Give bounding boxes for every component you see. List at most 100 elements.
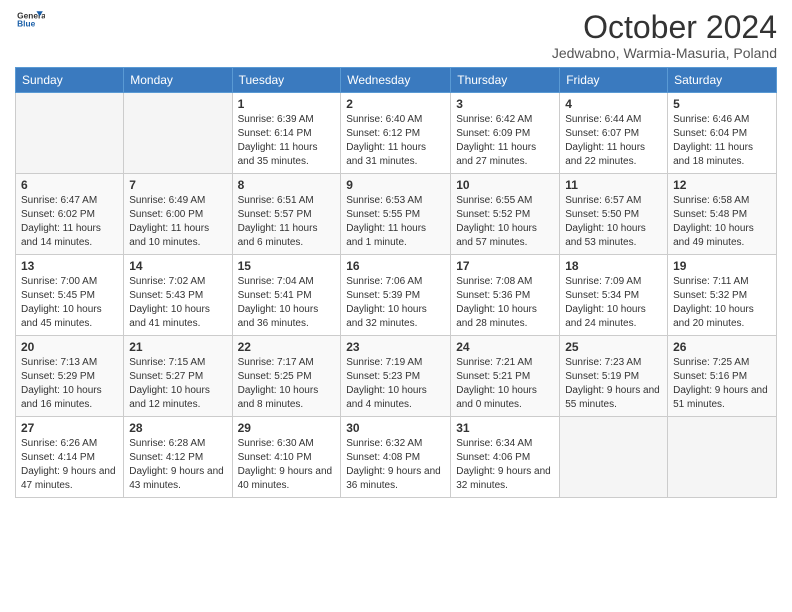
calendar-week-5: 27Sunrise: 6:26 AMSunset: 4:14 PMDayligh… — [16, 417, 777, 498]
col-monday: Monday — [124, 68, 232, 93]
page: General Blue October 2024 Jedwabno, Warm… — [0, 0, 792, 612]
sunset-text: Sunset: 5:23 PM — [346, 370, 445, 384]
sunset-text: Sunset: 4:14 PM — [21, 451, 118, 465]
daylight-text: Daylight: 11 hours and 6 minutes. — [238, 222, 336, 250]
table-row: 5 Sunrise: 6:46 AMSunset: 6:04 PMDaylight… — [668, 93, 777, 174]
day-detail: Sunrise: 6:32 AMSunset: 4:08 PMDaylight:… — [346, 437, 445, 493]
day-number: 29 — [238, 421, 336, 435]
sunset-text: Sunset: 4:12 PM — [129, 451, 226, 465]
sunset-text: Sunset: 5:50 PM — [565, 208, 662, 222]
sunset-text: Sunset: 5:55 PM — [346, 208, 445, 222]
daylight-text: Daylight: 11 hours and 18 minutes. — [673, 141, 771, 169]
daylight-text: Daylight: 10 hours and 16 minutes. — [21, 384, 118, 412]
sunrise-text: Sunrise: 6:51 AM — [238, 194, 336, 208]
day-number: 9 — [346, 178, 445, 192]
col-wednesday: Wednesday — [341, 68, 451, 93]
daylight-text: Daylight: 11 hours and 1 minute. — [346, 222, 445, 250]
daylight-text: Daylight: 10 hours and 32 minutes. — [346, 303, 445, 331]
sunset-text: Sunset: 6:02 PM — [21, 208, 118, 222]
day-detail: Sunrise: 6:34 AMSunset: 4:06 PMDaylight:… — [456, 437, 554, 493]
day-number: 25 — [565, 340, 662, 354]
sunrise-text: Sunrise: 7:11 AM — [673, 275, 771, 289]
table-row: 9 Sunrise: 6:53 AMSunset: 5:55 PMDaylight… — [341, 174, 451, 255]
daylight-text: Daylight: 10 hours and 49 minutes. — [673, 222, 771, 250]
daylight-text: Daylight: 10 hours and 20 minutes. — [673, 303, 771, 331]
day-detail: Sunrise: 6:51 AMSunset: 5:57 PMDaylight:… — [238, 194, 336, 250]
table-row: 12Sunrise: 6:58 AMSunset: 5:48 PMDayligh… — [668, 174, 777, 255]
sunrise-text: Sunrise: 6:58 AM — [673, 194, 771, 208]
daylight-text: Daylight: 10 hours and 45 minutes. — [21, 303, 118, 331]
day-number: 14 — [129, 259, 226, 273]
col-sunday: Sunday — [16, 68, 124, 93]
table-row: 10 Sunrise: 6:55 AMSunset: 5:52 PMDayligh… — [451, 174, 560, 255]
sunset-text: Sunset: 5:34 PM — [565, 289, 662, 303]
sunset-text: Sunset: 5:36 PM — [456, 289, 554, 303]
daylight-text: Daylight: 10 hours and 4 minutes. — [346, 384, 445, 412]
daylight-text: Daylight: 10 hours and 57 minutes. — [456, 222, 554, 250]
day-detail: Sunrise: 7:15 AMSunset: 5:27 PMDaylight:… — [129, 356, 226, 412]
day-detail: Sunrise: 6:53 AMSunset: 5:55 PMDaylight:… — [346, 194, 445, 250]
table-row: 31Sunrise: 6:34 AMSunset: 4:06 PMDayligh… — [451, 417, 560, 498]
sunset-text: Sunset: 4:10 PM — [238, 451, 336, 465]
sunset-text: Sunset: 5:52 PM — [456, 208, 554, 222]
daylight-text: Daylight: 9 hours and 40 minutes. — [238, 465, 336, 493]
sunset-text: Sunset: 5:27 PM — [129, 370, 226, 384]
sunrise-text: Sunrise: 7:23 AM — [565, 356, 662, 370]
day-number: 5 — [673, 97, 771, 111]
sunrise-text: Sunrise: 6:42 AM — [456, 113, 554, 127]
table-row: 22Sunrise: 7:17 AMSunset: 5:25 PMDayligh… — [232, 336, 341, 417]
day-detail: Sunrise: 6:47 AMSunset: 6:02 PMDaylight:… — [21, 194, 118, 250]
table-row: 11Sunrise: 6:57 AMSunset: 5:50 PMDayligh… — [560, 174, 668, 255]
day-detail: Sunrise: 6:39 AMSunset: 6:14 PMDaylight:… — [238, 113, 336, 169]
daylight-text: Daylight: 10 hours and 24 minutes. — [565, 303, 662, 331]
title-block: October 2024 Jedwabno, Warmia-Masuria, P… — [552, 10, 777, 61]
sunset-text: Sunset: 5:45 PM — [21, 289, 118, 303]
table-row: 29 Sunrise: 6:30 AMSunset: 4:10 PMDayligh… — [232, 417, 341, 498]
sunset-text: Sunset: 5:25 PM — [238, 370, 336, 384]
day-number: 30 — [346, 421, 445, 435]
daylight-text: Daylight: 10 hours and 36 minutes. — [238, 303, 336, 331]
sunrise-text: Sunrise: 7:19 AM — [346, 356, 445, 370]
sunrise-text: Sunrise: 7:04 AM — [238, 275, 336, 289]
sunrise-text: Sunrise: 6:55 AM — [456, 194, 554, 208]
table-row: 14Sunrise: 7:02 AMSunset: 5:43 PMDayligh… — [124, 255, 232, 336]
sunset-text: Sunset: 5:39 PM — [346, 289, 445, 303]
sunrise-text: Sunrise: 7:09 AM — [565, 275, 662, 289]
daylight-text: Daylight: 10 hours and 41 minutes. — [129, 303, 226, 331]
table-row: 2Sunrise: 6:40 AMSunset: 6:12 PMDaylight… — [341, 93, 451, 174]
table-row: 8Sunrise: 6:51 AMSunset: 5:57 PMDaylight… — [232, 174, 341, 255]
table-row: 7Sunrise: 6:49 AMSunset: 6:00 PMDaylight… — [124, 174, 232, 255]
logo-icon: General Blue — [15, 10, 45, 28]
sunset-text: Sunset: 5:48 PM — [673, 208, 771, 222]
day-detail: Sunrise: 6:30 AMSunset: 4:10 PMDaylight:… — [238, 437, 336, 493]
sunrise-text: Sunrise: 7:08 AM — [456, 275, 554, 289]
daylight-text: Daylight: 9 hours and 36 minutes. — [346, 465, 445, 493]
day-number: 16 — [346, 259, 445, 273]
day-detail: Sunrise: 7:21 AMSunset: 5:21 PMDaylight:… — [456, 356, 554, 412]
sunrise-text: Sunrise: 7:13 AM — [21, 356, 118, 370]
sunset-text: Sunset: 5:16 PM — [673, 370, 771, 384]
sunrise-text: Sunrise: 6:47 AM — [21, 194, 118, 208]
daylight-text: Daylight: 9 hours and 43 minutes. — [129, 465, 226, 493]
table-row: 3Sunrise: 6:42 AMSunset: 6:09 PMDaylight… — [451, 93, 560, 174]
daylight-text: Daylight: 11 hours and 27 minutes. — [456, 141, 554, 169]
sunrise-text: Sunrise: 6:57 AM — [565, 194, 662, 208]
day-number: 15 — [238, 259, 336, 273]
day-number: 2 — [346, 97, 445, 111]
day-number: 24 — [456, 340, 554, 354]
sunrise-text: Sunrise: 6:32 AM — [346, 437, 445, 451]
table-row: 24 Sunrise: 7:21 AMSunset: 5:21 PMDayligh… — [451, 336, 560, 417]
logo: General Blue — [15, 10, 45, 28]
sunset-text: Sunset: 5:29 PM — [21, 370, 118, 384]
daylight-text: Daylight: 11 hours and 14 minutes. — [21, 222, 118, 250]
col-saturday: Saturday — [668, 68, 777, 93]
table-row: 17Sunrise: 7:08 AMSunset: 5:36 PMDayligh… — [451, 255, 560, 336]
daylight-text: Daylight: 11 hours and 31 minutes. — [346, 141, 445, 169]
day-number: 10 — [456, 178, 554, 192]
table-row: 4Sunrise: 6:44 AMSunset: 6:07 PMDaylight… — [560, 93, 668, 174]
day-number: 22 — [238, 340, 336, 354]
daylight-text: Daylight: 9 hours and 55 minutes. — [565, 384, 662, 412]
sunset-text: Sunset: 6:14 PM — [238, 127, 336, 141]
day-number: 18 — [565, 259, 662, 273]
day-detail: Sunrise: 6:46 AMSunset: 6:04 PMDaylight:… — [673, 113, 771, 169]
